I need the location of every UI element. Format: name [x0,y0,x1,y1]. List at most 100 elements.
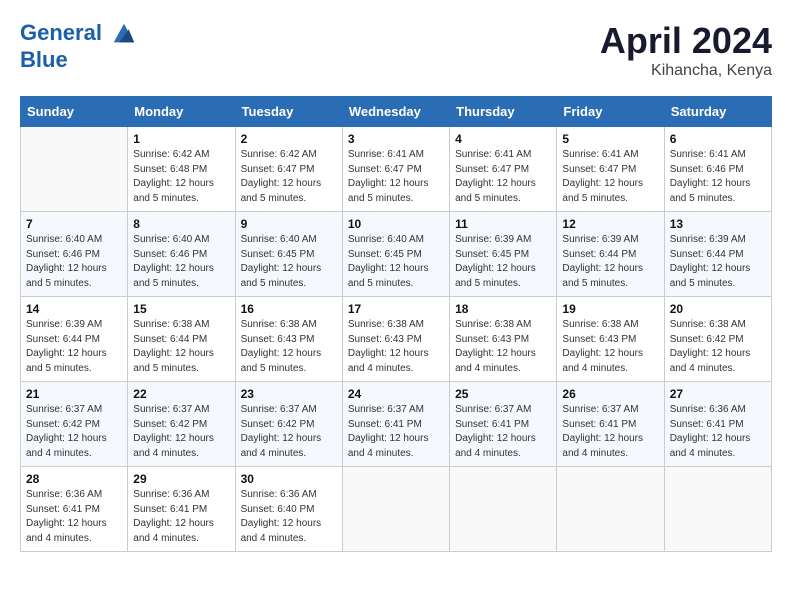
calendar-cell: 2 Sunrise: 6:42 AM Sunset: 6:47 PM Daylig… [235,127,342,212]
calendar-cell: 16Sunrise: 6:38 AM Sunset: 6:43 PM Dayli… [235,297,342,382]
calendar-body: 1 Sunrise: 6:42 AM Sunset: 6:48 PM Daylig… [21,127,772,552]
day-number: 16 [241,302,337,316]
day-number: 6 [670,132,766,146]
calendar-cell: 7 Sunrise: 6:40 AM Sunset: 6:46 PM Daylig… [21,212,128,297]
day-info: Sunrise: 6:41 AM Sunset: 6:46 PM Dayligh… [670,148,766,206]
day-info: Sunrise: 6:36 AM Sunset: 6:41 PM Dayligh… [670,403,766,461]
day-number: 29 [133,472,229,486]
day-info: Sunrise: 6:40 AM Sunset: 6:45 PM Dayligh… [348,233,444,291]
day-number: 13 [670,217,766,231]
day-number: 24 [348,387,444,401]
day-number: 28 [26,472,122,486]
day-info: Sunrise: 6:38 AM Sunset: 6:43 PM Dayligh… [348,318,444,376]
day-number: 19 [562,302,658,316]
calendar-cell: 5 Sunrise: 6:41 AM Sunset: 6:47 PM Daylig… [557,127,664,212]
calendar-cell: 13 Sunrise: 6:39 AM Sunset: 6:44 PM Dayli… [664,212,771,297]
calendar-cell: 8 Sunrise: 6:40 AM Sunset: 6:46 PM Daylig… [128,212,235,297]
calendar-cell [342,467,449,552]
calendar-header-row: SundayMondayTuesdayWednesdayThursdayFrid… [21,97,772,127]
day-number: 4 [455,132,551,146]
calendar-cell: 1 Sunrise: 6:42 AM Sunset: 6:48 PM Daylig… [128,127,235,212]
calendar-cell: 15 Sunrise: 6:38 AM Sunset: 6:44 PM Dayli… [128,297,235,382]
day-info: Sunrise: 6:38 AM Sunset: 6:43 PM Dayligh… [562,318,658,376]
location-subtitle: Kihancha, Kenya [600,62,772,80]
day-info: Sunrise: 6:37 AM Sunset: 6:42 PM Dayligh… [26,403,122,461]
calendar-cell: 22Sunrise: 6:37 AM Sunset: 6:42 PM Dayli… [128,382,235,467]
calendar-cell: 21 Sunrise: 6:37 AM Sunset: 6:42 PM Dayli… [21,382,128,467]
calendar-cell: 24Sunrise: 6:37 AM Sunset: 6:41 PM Dayli… [342,382,449,467]
day-number: 15 [133,302,229,316]
day-info: Sunrise: 6:41 AM Sunset: 6:47 PM Dayligh… [562,148,658,206]
calendar-cell: 9Sunrise: 6:40 AM Sunset: 6:45 PM Daylig… [235,212,342,297]
day-number: 27 [670,387,766,401]
calendar-cell: 23 Sunrise: 6:37 AM Sunset: 6:42 PM Dayli… [235,382,342,467]
day-info: Sunrise: 6:39 AM Sunset: 6:44 PM Dayligh… [670,233,766,291]
day-number: 11 [455,217,551,231]
calendar-week-row: 28 Sunrise: 6:36 AM Sunset: 6:41 PM Dayli… [21,467,772,552]
calendar-cell: 18Sunrise: 6:38 AM Sunset: 6:43 PM Dayli… [450,297,557,382]
day-info: Sunrise: 6:40 AM Sunset: 6:46 PM Dayligh… [133,233,229,291]
page-header: General Blue April 2024 Kihancha, Kenya [20,20,772,80]
calendar-cell: 29 Sunrise: 6:36 AM Sunset: 6:41 PM Dayli… [128,467,235,552]
day-info: Sunrise: 6:40 AM Sunset: 6:46 PM Dayligh… [26,233,122,291]
day-number: 7 [26,217,122,231]
day-info: Sunrise: 6:38 AM Sunset: 6:44 PM Dayligh… [133,318,229,376]
day-info: Sunrise: 6:38 AM Sunset: 6:43 PM Dayligh… [455,318,551,376]
calendar-week-row: 14 Sunrise: 6:39 AM Sunset: 6:44 PM Dayli… [21,297,772,382]
day-info: Sunrise: 6:36 AM Sunset: 6:41 PM Dayligh… [26,488,122,546]
day-info: Sunrise: 6:37 AM Sunset: 6:42 PM Dayligh… [133,403,229,461]
day-info: Sunrise: 6:36 AM Sunset: 6:41 PM Dayligh… [133,488,229,546]
day-number: 30 [241,472,337,486]
day-info: Sunrise: 6:37 AM Sunset: 6:41 PM Dayligh… [455,403,551,461]
weekday-header: Tuesday [235,97,342,127]
day-info: Sunrise: 6:39 AM Sunset: 6:45 PM Dayligh… [455,233,551,291]
calendar-cell: 25 Sunrise: 6:37 AM Sunset: 6:41 PM Dayli… [450,382,557,467]
day-number: 21 [26,387,122,401]
logo: General Blue [20,20,138,72]
calendar-cell [21,127,128,212]
day-number: 20 [670,302,766,316]
day-info: Sunrise: 6:42 AM Sunset: 6:47 PM Dayligh… [241,148,337,206]
day-number: 2 [241,132,337,146]
day-info: Sunrise: 6:39 AM Sunset: 6:44 PM Dayligh… [26,318,122,376]
day-info: Sunrise: 6:37 AM Sunset: 6:42 PM Dayligh… [241,403,337,461]
day-number: 3 [348,132,444,146]
calendar-cell [664,467,771,552]
day-number: 23 [241,387,337,401]
title-block: April 2024 Kihancha, Kenya [600,20,772,80]
calendar-cell: 10Sunrise: 6:40 AM Sunset: 6:45 PM Dayli… [342,212,449,297]
day-info: Sunrise: 6:37 AM Sunset: 6:41 PM Dayligh… [562,403,658,461]
day-number: 12 [562,217,658,231]
day-number: 9 [241,217,337,231]
day-number: 1 [133,132,229,146]
day-number: 17 [348,302,444,316]
calendar-cell: 3 Sunrise: 6:41 AM Sunset: 6:47 PM Daylig… [342,127,449,212]
day-number: 26 [562,387,658,401]
calendar-cell: 26 Sunrise: 6:37 AM Sunset: 6:41 PM Dayli… [557,382,664,467]
day-info: Sunrise: 6:42 AM Sunset: 6:48 PM Dayligh… [133,148,229,206]
day-info: Sunrise: 6:38 AM Sunset: 6:42 PM Dayligh… [670,318,766,376]
weekday-header: Monday [128,97,235,127]
calendar-cell: 19 Sunrise: 6:38 AM Sunset: 6:43 PM Dayli… [557,297,664,382]
day-number: 14 [26,302,122,316]
calendar-cell [450,467,557,552]
day-info: Sunrise: 6:36 AM Sunset: 6:40 PM Dayligh… [241,488,337,546]
weekday-header: Thursday [450,97,557,127]
weekday-header: Saturday [664,97,771,127]
calendar-cell: 17 Sunrise: 6:38 AM Sunset: 6:43 PM Dayli… [342,297,449,382]
weekday-header: Sunday [21,97,128,127]
calendar-cell: 27 Sunrise: 6:36 AM Sunset: 6:41 PM Dayli… [664,382,771,467]
calendar-cell: 11 Sunrise: 6:39 AM Sunset: 6:45 PM Dayli… [450,212,557,297]
weekday-header: Friday [557,97,664,127]
day-info: Sunrise: 6:41 AM Sunset: 6:47 PM Dayligh… [455,148,551,206]
day-number: 25 [455,387,551,401]
calendar-cell: 28 Sunrise: 6:36 AM Sunset: 6:41 PM Dayli… [21,467,128,552]
weekday-header: Wednesday [342,97,449,127]
day-number: 8 [133,217,229,231]
day-info: Sunrise: 6:41 AM Sunset: 6:47 PM Dayligh… [348,148,444,206]
day-number: 5 [562,132,658,146]
calendar-week-row: 7 Sunrise: 6:40 AM Sunset: 6:46 PM Daylig… [21,212,772,297]
calendar-week-row: 1 Sunrise: 6:42 AM Sunset: 6:48 PM Daylig… [21,127,772,212]
calendar-cell: 4 Sunrise: 6:41 AM Sunset: 6:47 PM Daylig… [450,127,557,212]
calendar-week-row: 21 Sunrise: 6:37 AM Sunset: 6:42 PM Dayli… [21,382,772,467]
